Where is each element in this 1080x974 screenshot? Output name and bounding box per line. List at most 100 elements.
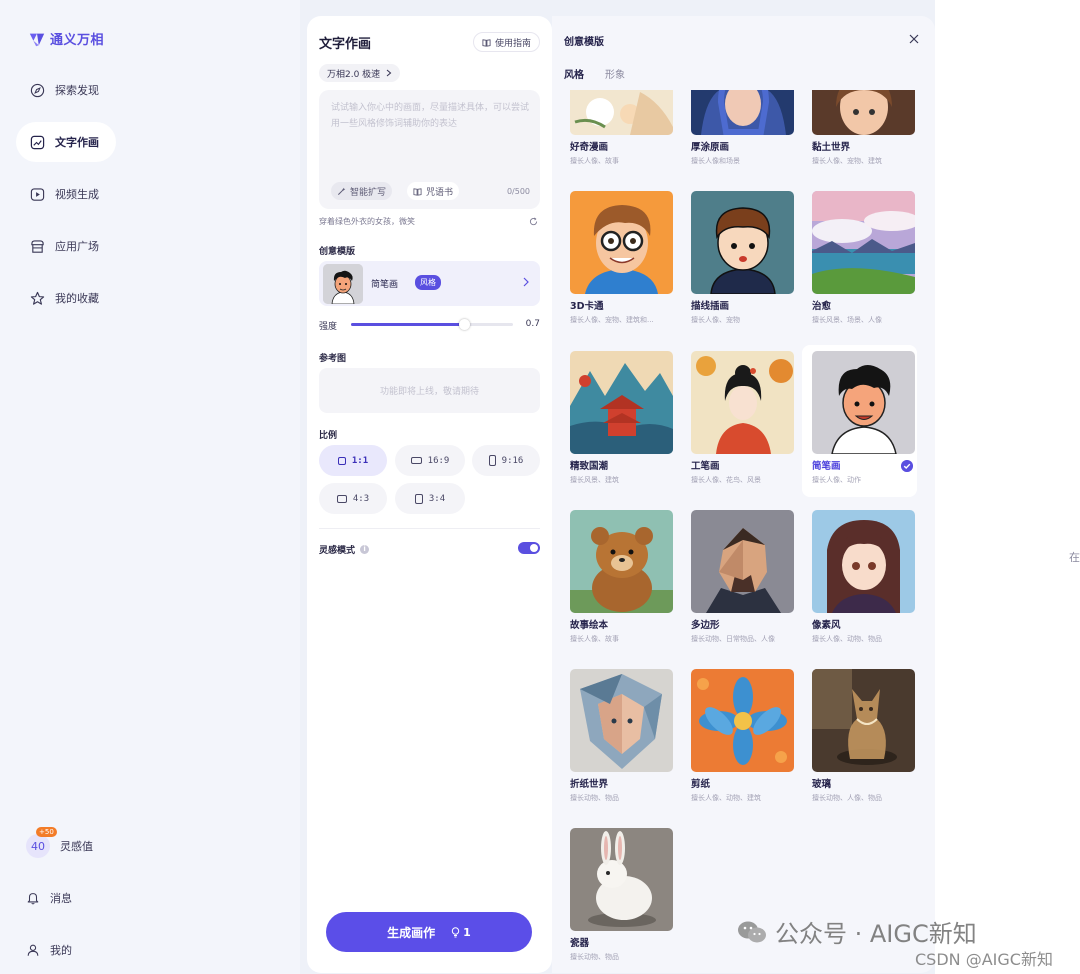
template-card-healing[interactable]: 治愈 擅长风景、场景、人像 — [802, 185, 917, 337]
model-selector[interactable]: 万相2.0 极速 — [319, 64, 401, 82]
template-card-polygon[interactable]: 多边形 擅长动物、日常物品、人像 — [681, 504, 796, 656]
template-thumbnail — [323, 264, 363, 304]
template-card-glass[interactable]: 玻璃 擅长动物、人像、物品 — [802, 663, 917, 815]
wechat-icon — [738, 921, 766, 942]
check-icon — [901, 460, 913, 472]
smart-expand-button[interactable]: 智能扩写 — [331, 182, 393, 200]
creation-panel: 文字作画 使用指南 万相2.0 极速 试试输入你心中的画面，尽量描述具体，可以尝… — [307, 16, 552, 973]
strength-label: 强度 — [319, 322, 338, 332]
nav-item-text-to-image[interactable]: 文字作画 — [16, 122, 116, 162]
generate-cost: 1 — [451, 926, 471, 939]
strength-slider[interactable] — [351, 319, 513, 330]
ratio-option-1-1[interactable]: 1:1 — [319, 445, 387, 476]
template-card-guochao[interactable]: 精致国潮 擅长风景、建筑 — [560, 345, 675, 497]
template-thumb — [570, 510, 673, 613]
nav-item-favorites[interactable]: 我的收藏 — [16, 278, 116, 318]
template-card-clay-world[interactable]: 黏土世界 擅长人像、宠物、建筑 — [802, 90, 917, 178]
template-thumb — [812, 191, 915, 294]
inspiration-mode-label: 灵感模式 i — [319, 543, 370, 556]
nav-label: 我的收藏 — [55, 292, 99, 305]
nav-label: 探索发现 — [55, 84, 99, 97]
sidebar: 通义万相 探索发现 文字作画 视频生成 应用广场 我的收藏 40 +50 灵感值… — [0, 0, 300, 974]
template-card-storybook[interactable]: 故事绘本 擅长人像、故事 — [560, 504, 675, 656]
template-thumb — [812, 90, 915, 135]
prompt-input[interactable]: 试试输入你心中的画面，尽量描述具体，可以尝试用一些风格修饰词辅助你的表达 智能扩… — [319, 90, 540, 209]
nav-label: 文字作画 — [55, 136, 99, 149]
result-area: 在 — [935, 0, 1080, 974]
guide-button[interactable]: 使用指南 — [472, 32, 540, 52]
messages-label: 消息 — [50, 892, 72, 905]
nav-item-explore[interactable]: 探索发现 — [16, 70, 116, 110]
watermark-csdn: CSDN @AIGC新知 — [915, 950, 1053, 969]
strength-slider-fill — [351, 323, 465, 326]
template-card-gongbi[interactable]: 工笔画 擅长人像、花鸟、风景 — [681, 345, 796, 497]
template-card-pixel[interactable]: 像素风 擅长人像、动物、物品 — [802, 504, 917, 656]
square-icon — [337, 456, 346, 465]
store-icon — [31, 239, 44, 253]
template-card-curious-comic[interactable]: 好奇漫画 擅长人像、故事 — [560, 90, 675, 178]
template-card-3d-cartoon[interactable]: 3D卡通 擅长人像、宠物、建筑和... — [560, 185, 675, 337]
template-card-thick-paint[interactable]: 厚涂原画 擅长人像和场景 — [681, 90, 796, 178]
char-counter: 0/500 — [506, 187, 530, 196]
points-bonus-badge: +50 — [36, 827, 57, 837]
ratio-option-3-4[interactable]: 3:4 — [395, 483, 465, 514]
template-thumb — [570, 191, 673, 294]
template-thumb — [691, 90, 794, 135]
watermark: 公众号 · AIGC新知 — [737, 914, 977, 949]
nav-item-video[interactable]: 视频生成 — [16, 174, 116, 214]
template-card-line-illustration[interactable]: 描线插画 擅长人像、宠物 — [681, 185, 796, 337]
template-grid: 好奇漫画 擅长人像、故事 厚涂原画 擅长人像和场景 黏土世界 擅长人像、宠物、建… — [560, 90, 930, 973]
spell-book-button[interactable]: 咒语书 — [407, 182, 460, 200]
nav-item-app-plaza[interactable]: 应用广场 — [16, 226, 116, 266]
landscape-icon — [336, 494, 347, 503]
portrait-icon — [414, 493, 423, 504]
bell-icon — [27, 893, 39, 905]
strength-slider-handle[interactable] — [459, 319, 471, 330]
tab-style[interactable]: 风格 — [564, 66, 584, 81]
template-card-papercut[interactable]: 剪纸 擅长人像、动物、建筑 — [681, 663, 796, 815]
points-value: 40 +50 — [26, 827, 57, 858]
generate-button[interactable]: 生成画作 1 — [326, 912, 532, 952]
nav-label: 应用广场 — [55, 240, 99, 253]
template-thumb — [570, 90, 673, 135]
template-thumb — [691, 669, 794, 772]
reference-image-upload: 功能即将上线，敬请期待 — [319, 368, 540, 413]
template-card-porcelain[interactable]: 瓷器 擅长动物、物品 — [560, 822, 675, 973]
template-modal: 创意模版 风格 形象 好奇漫画 擅长人像、故事 厚涂原画 擅长人像和场景 黏土世… — [552, 16, 935, 973]
book-icon — [413, 187, 422, 196]
image-icon — [30, 135, 45, 149]
template-thumb — [570, 669, 673, 772]
prompt-placeholder: 试试输入你心中的画面，尽量描述具体，可以尝试用一些风格修饰词辅助你的表达 — [331, 103, 530, 129]
info-icon[interactable]: i — [360, 545, 370, 554]
inspiration-mode-toggle[interactable] — [518, 542, 540, 554]
selected-template-card[interactable]: 简笔画 风格 — [319, 261, 540, 306]
template-card-origami[interactable]: 折纸世界 擅长动物、物品 — [560, 663, 675, 815]
template-thumb — [812, 669, 915, 772]
result-hint: 在 — [1069, 551, 1080, 564]
ratio-option-16-9[interactable]: 16:9 — [395, 445, 465, 476]
panel-title: 文字作画 — [319, 37, 372, 52]
messages-item[interactable]: 消息 — [16, 880, 116, 916]
ratio-section-label: 比例 — [319, 431, 338, 441]
ratio-option-9-16[interactable]: 9:16 — [472, 445, 540, 476]
chevron-right-icon — [386, 69, 392, 77]
template-card-stick-figure[interactable]: 简笔画 擅长人像、动作 — [802, 345, 917, 497]
divider — [319, 528, 540, 529]
strength-value: 0.7 — [525, 319, 540, 329]
compass-icon — [30, 83, 45, 97]
bulb-icon — [451, 926, 460, 937]
prompt-suggestion[interactable]: 穿着绿色外衣的女孩，微笑 — [319, 216, 415, 227]
inspiration-points[interactable]: 40 +50 灵感值 — [16, 827, 116, 864]
template-thumb — [812, 510, 915, 613]
points-label: 灵感值 — [60, 840, 93, 853]
profile-item[interactable]: 我的 — [16, 932, 116, 968]
close-icon[interactable] — [909, 34, 919, 44]
app-name: 通义万相 — [50, 33, 105, 48]
landscape-icon — [410, 457, 422, 464]
app-logo[interactable]: 通义万相 — [28, 29, 104, 48]
tab-character[interactable]: 形象 — [605, 66, 625, 81]
logo-icon — [29, 33, 45, 46]
refresh-icon[interactable] — [529, 217, 538, 226]
ratio-option-4-3[interactable]: 4:3 — [319, 483, 387, 514]
chevron-right-icon — [523, 277, 529, 287]
